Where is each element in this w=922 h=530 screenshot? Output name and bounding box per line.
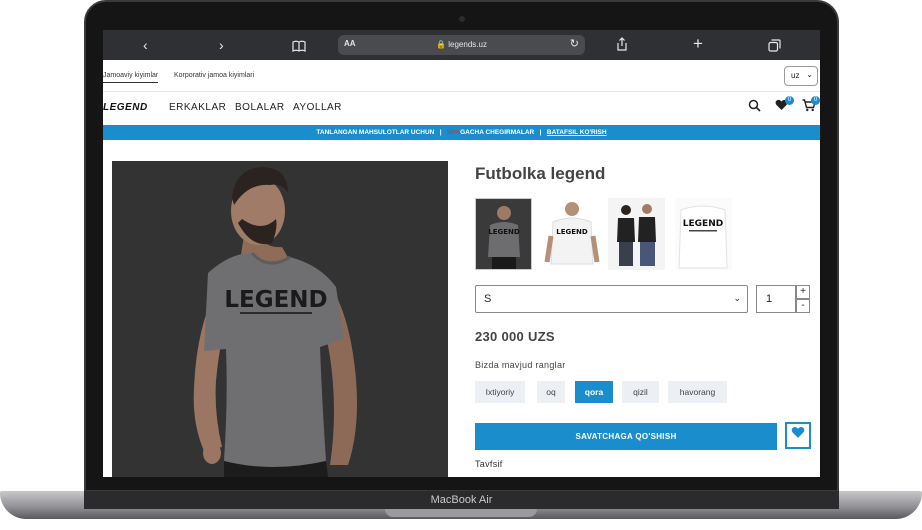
cart-count-badge: 0 bbox=[811, 96, 820, 105]
site-logo[interactable]: LEGEND bbox=[103, 102, 148, 113]
language-value: uz bbox=[791, 71, 800, 80]
reload-icon[interactable]: ↻ bbox=[570, 37, 579, 50]
wishlist-count-badge: 0 bbox=[785, 96, 794, 105]
thumbnail-print-text: LEGEND bbox=[683, 219, 723, 229]
promo-separator: | bbox=[539, 129, 542, 136]
color-option-white[interactable]: oq bbox=[537, 381, 565, 403]
address-bar[interactable]: AA 🔒 legends.uz ↻ bbox=[338, 35, 585, 55]
product-thumbnail-2[interactable]: LEGEND bbox=[543, 198, 600, 270]
color-option-black[interactable]: qora bbox=[575, 381, 613, 403]
promo-discount: 50% bbox=[447, 129, 461, 136]
url-label: legends.uz bbox=[448, 40, 487, 49]
nav-item-kids[interactable]: BOLALAR bbox=[235, 102, 285, 113]
lock-icon: 🔒 bbox=[436, 40, 447, 49]
search-icon[interactable] bbox=[748, 99, 761, 115]
thumbnail-image: LEGEND bbox=[543, 198, 600, 270]
tabs-icon[interactable] bbox=[768, 38, 781, 56]
link-team-clothing[interactable]: Jamoaviy kiyimlar bbox=[103, 72, 159, 83]
chevron-right-icon[interactable]: › bbox=[219, 36, 224, 54]
chevron-down-icon: ⌄ bbox=[733, 293, 741, 303]
product-thumbnail-1[interactable]: LEGEND bbox=[475, 198, 532, 270]
model-illustration: LEGEND bbox=[112, 161, 448, 477]
size-select[interactable]: S ⌄ bbox=[475, 285, 748, 313]
promo-separator: | bbox=[439, 129, 442, 136]
laptop-frame: MacBook Air ‹ › AA 🔒 legends.uz ↻ + Jamo… bbox=[0, 0, 922, 530]
heart-icon bbox=[791, 426, 805, 438]
plus-icon[interactable]: + bbox=[693, 35, 703, 53]
link-corporate-clothing[interactable]: Korporativ jamoa kiyimlari bbox=[174, 72, 254, 79]
language-select[interactable]: uz ⌄ bbox=[784, 66, 818, 86]
add-to-wishlist-button[interactable] bbox=[785, 422, 811, 449]
chevron-left-icon[interactable]: ‹ bbox=[143, 36, 148, 54]
thumbnail-print-text: LEGEND bbox=[556, 228, 588, 236]
promo-banner: TANLANGAN MAHSULOTLAR UCHUN | 50%GACHA C… bbox=[103, 125, 820, 140]
quantity-decrease-button[interactable]: - bbox=[796, 299, 810, 313]
url-text: 🔒 legends.uz bbox=[338, 40, 585, 49]
add-to-cart-button[interactable]: SAVATCHAGA QO'SHISH bbox=[475, 423, 777, 450]
quantity-input[interactable]: 1 bbox=[756, 285, 796, 313]
product-thumbnail-4[interactable]: LEGEND bbox=[675, 198, 732, 270]
browser-toolbar: ‹ › AA 🔒 legends.uz ↻ + bbox=[103, 30, 820, 60]
promo-text-discount: GACHA CHEGIRMALAR bbox=[460, 129, 535, 136]
chevron-down-icon: ⌄ bbox=[806, 70, 813, 79]
top-links-bar: Jamoaviy kiyimlar Korporativ jamoa kiyim… bbox=[103, 60, 820, 92]
nav-item-women[interactable]: AYOLLAR bbox=[293, 102, 342, 113]
laptop-notch bbox=[385, 509, 537, 517]
browser-screen: ‹ › AA 🔒 legends.uz ↻ + Jamoaviy kiyimla… bbox=[103, 30, 820, 477]
quantity-increase-button[interactable]: + bbox=[796, 285, 810, 299]
nav-item-men[interactable]: ERKAKLAR bbox=[169, 102, 226, 113]
share-icon[interactable] bbox=[616, 37, 628, 55]
size-value: S bbox=[484, 293, 492, 305]
product-price: 230 000 UZS bbox=[475, 329, 555, 344]
promo-text: TANLANGAN MAHSULOTLAR UCHUN bbox=[316, 129, 435, 136]
shirt-print-text: LEGEND bbox=[224, 287, 327, 313]
thumbnail-image: LEGEND bbox=[476, 199, 531, 269]
color-option-custom[interactable]: Ixtiyoriy bbox=[475, 381, 525, 403]
promo-details-link[interactable]: BATAFSIL KO'RISH bbox=[547, 129, 607, 136]
main-nav: LEGEND ERKAKLAR BOLALAR AYOLLAR 0 0 bbox=[103, 92, 820, 124]
thumbnail-print-text: LEGEND bbox=[488, 228, 520, 236]
camera-dot bbox=[459, 16, 465, 22]
product-thumbnail-3[interactable] bbox=[608, 198, 665, 270]
product-main-image[interactable]: LEGEND bbox=[112, 161, 448, 477]
colors-heading: Bizda mavjud ranglar bbox=[475, 360, 566, 370]
description-heading: Tavfsif bbox=[475, 459, 503, 469]
product-title: Futbolka legend bbox=[475, 164, 606, 183]
color-option-red[interactable]: qizil bbox=[622, 381, 659, 403]
device-label: MacBook Air bbox=[430, 494, 493, 506]
book-icon[interactable] bbox=[292, 38, 306, 56]
thumbnail-image: LEGEND bbox=[675, 198, 732, 270]
thumbnail-image bbox=[608, 198, 665, 270]
color-option-blue[interactable]: havorang bbox=[668, 381, 727, 403]
